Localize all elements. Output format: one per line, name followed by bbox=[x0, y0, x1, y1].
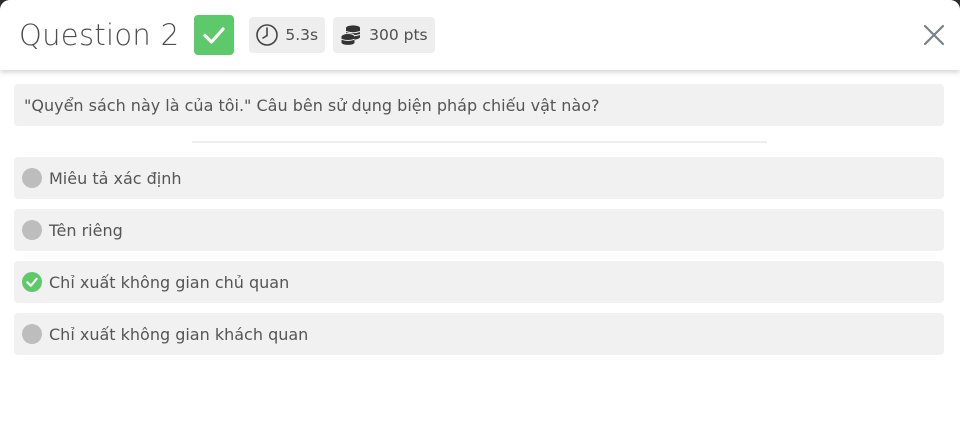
radio-unselected-icon bbox=[22, 220, 42, 240]
option-3-correct[interactable]: Chỉ xuất không gian chủ quan bbox=[14, 261, 944, 303]
time-pill: 5.3s bbox=[249, 17, 326, 53]
divider bbox=[191, 141, 767, 143]
points-value: 300 pts bbox=[369, 26, 428, 44]
option-label: Chỉ xuất không gian khách quan bbox=[49, 324, 309, 344]
radio-unselected-icon bbox=[22, 324, 42, 344]
correct-badge bbox=[194, 15, 235, 55]
modal-body: "Quyển sách này là của tôi." Câu bên sử … bbox=[0, 70, 960, 355]
time-value: 5.3s bbox=[285, 26, 319, 44]
correct-check-icon bbox=[22, 272, 42, 292]
option-1[interactable]: Miêu tả xác định bbox=[14, 157, 944, 199]
question-result-modal: Question 2 5.3s 300 pts "Quyển sách này … bbox=[0, 0, 960, 442]
option-label: Chỉ xuất không gian chủ quan bbox=[49, 272, 290, 292]
checkmark-icon bbox=[26, 277, 38, 287]
option-label: Tên riêng bbox=[49, 220, 123, 240]
modal-header: Question 2 5.3s 300 pts bbox=[0, 0, 960, 70]
question-title: Question 2 bbox=[19, 18, 180, 52]
close-button[interactable] bbox=[922, 23, 946, 47]
points-pill: 300 pts bbox=[333, 17, 435, 53]
question-text: "Quyển sách này là của tôi." Câu bên sử … bbox=[24, 95, 600, 115]
question-box: "Quyển sách này là của tôi." Câu bên sử … bbox=[14, 84, 944, 126]
radio-unselected-icon bbox=[22, 168, 42, 188]
checkmark-icon bbox=[203, 27, 225, 44]
clock-icon bbox=[256, 24, 279, 46]
option-4[interactable]: Chỉ xuất không gian khách quan bbox=[14, 313, 944, 355]
option-label: Miêu tả xác định bbox=[49, 168, 182, 188]
option-2[interactable]: Tên riêng bbox=[14, 209, 944, 251]
coins-icon bbox=[341, 25, 361, 45]
close-icon[interactable] bbox=[922, 23, 946, 47]
